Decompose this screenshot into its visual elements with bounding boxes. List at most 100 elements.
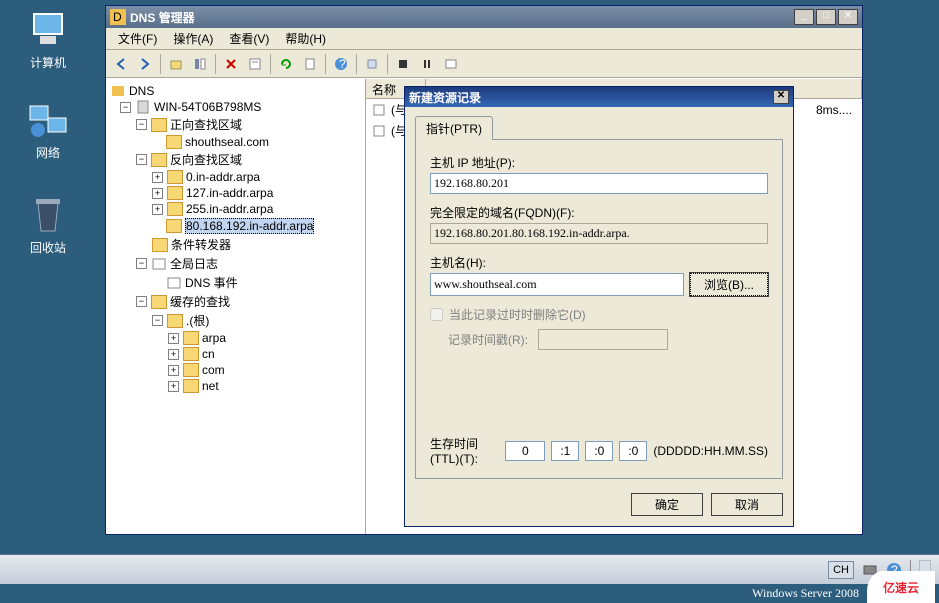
minimize-button[interactable]: _ [794, 9, 814, 25]
tree-rev-item[interactable]: +0.in-addr.arpa [108, 169, 363, 185]
cancel-button[interactable]: 取消 [711, 493, 783, 516]
tree-cache-item[interactable]: +cn [108, 346, 363, 362]
dialog-titlebar[interactable]: 新建资源记录 ✕ [405, 87, 793, 107]
toolbar: ? [106, 50, 862, 78]
tree-cache-item[interactable]: +net [108, 378, 363, 394]
tree-cache-item[interactable]: +com [108, 362, 363, 378]
hostname-input[interactable] [430, 273, 684, 296]
app-icon: D [110, 9, 126, 25]
collapse-icon[interactable]: − [152, 315, 163, 326]
event-icon [166, 276, 182, 290]
desktop-icon-network[interactable]: 网络 [18, 100, 78, 161]
desktop-icon-label: 回收站 [18, 239, 78, 256]
tree-panel[interactable]: DNS − WIN-54T06B798MS − 正向查找区域 shouthsea… [106, 79, 366, 534]
hostname-label: 主机名(H): [430, 254, 768, 271]
folder-icon [183, 331, 199, 345]
back-button[interactable] [110, 53, 132, 75]
tree-dns-events[interactable]: DNS 事件 [108, 273, 363, 292]
folder-icon [167, 202, 183, 216]
tab-content: 主机 IP 地址(P): 完全限定的域名(FQDN)(F): 主机名(H): 浏… [415, 139, 783, 479]
tree-server[interactable]: − WIN-54T06B798MS [108, 99, 363, 115]
collapse-icon[interactable]: − [136, 154, 147, 165]
expand-icon[interactable]: + [168, 333, 179, 344]
expand-icon[interactable]: + [168, 365, 179, 376]
folder-icon [166, 219, 182, 233]
delete-stale-label: 当此记录过时时删除它(D) [449, 306, 586, 323]
svg-text:?: ? [339, 57, 346, 71]
ttl-label: 生存时间(TTL)(T): [430, 435, 499, 466]
menu-help[interactable]: 帮助(H) [277, 28, 334, 49]
dns-icon [110, 84, 126, 98]
window-title: DNS 管理器 [130, 9, 794, 26]
refresh-button[interactable] [275, 53, 297, 75]
filter-button[interactable] [361, 53, 383, 75]
svg-text:D: D [113, 10, 122, 24]
fqdn-label: 完全限定的域名(FQDN)(F): [430, 204, 768, 221]
forward-button[interactable] [134, 53, 156, 75]
folder-icon [167, 186, 183, 200]
tree-rev-zone[interactable]: − 反向查找区域 [108, 150, 363, 169]
stop-button[interactable] [392, 53, 414, 75]
browse-button[interactable]: 浏览(B)... [690, 273, 768, 296]
delete-stale-checkbox [430, 308, 443, 321]
network-icon [28, 100, 68, 140]
ok-button[interactable]: 确定 [631, 493, 703, 516]
expand-icon[interactable]: + [168, 381, 179, 392]
dialog-close-button[interactable]: ✕ [773, 90, 789, 104]
host-ip-input[interactable] [430, 173, 768, 194]
collapse-icon[interactable]: − [136, 258, 147, 269]
desktop-icon-computer[interactable]: 计算机 [18, 10, 78, 71]
expand-icon[interactable]: + [152, 188, 163, 199]
properties-button[interactable] [244, 53, 266, 75]
menu-action[interactable]: 操作(A) [165, 28, 221, 49]
tree-rev-item[interactable]: +255.in-addr.arpa [108, 201, 363, 217]
up-button[interactable] [165, 53, 187, 75]
computer-icon [28, 10, 68, 50]
show-hide-button[interactable] [189, 53, 211, 75]
help-button[interactable]: ? [330, 53, 352, 75]
close-button[interactable]: ✕ [838, 9, 858, 25]
new-button[interactable] [440, 53, 462, 75]
tree-rev-item[interactable]: +127.in-addr.arpa [108, 185, 363, 201]
tab-ptr[interactable]: 指针(PTR) [415, 116, 493, 140]
ttl-days-input[interactable] [505, 441, 545, 461]
server-icon [135, 100, 151, 114]
folder-icon [151, 295, 167, 309]
menu-view[interactable]: 查看(V) [221, 28, 277, 49]
export-button[interactable] [299, 53, 321, 75]
menubar: 文件(F) 操作(A) 查看(V) 帮助(H) [106, 28, 862, 50]
ttl-mins-input[interactable] [585, 441, 613, 461]
folder-icon [166, 135, 182, 149]
desktop-icon-label: 计算机 [18, 54, 78, 71]
tree-cached-lookup[interactable]: −缓存的查找 [108, 292, 363, 311]
ttl-hours-input[interactable] [551, 441, 579, 461]
folder-icon [151, 153, 167, 167]
taskbar[interactable]: CH ? [0, 554, 939, 584]
expand-icon[interactable]: + [152, 172, 163, 183]
ime-indicator[interactable]: CH [828, 561, 854, 579]
maximize-button[interactable]: □ [816, 9, 836, 25]
folder-icon [183, 363, 199, 377]
tree-fwd-zone[interactable]: − 正向查找区域 [108, 115, 363, 134]
collapse-icon[interactable]: − [120, 102, 131, 113]
collapse-icon[interactable]: − [136, 296, 147, 307]
recycle-icon [28, 195, 68, 235]
tree-global-log[interactable]: −全局日志 [108, 254, 363, 273]
timestamp-input [538, 329, 668, 350]
expand-icon[interactable]: + [152, 204, 163, 215]
tree-cond-fwd[interactable]: 条件转发器 [108, 235, 363, 254]
tree-root-dns[interactable]: DNS [108, 83, 363, 99]
ttl-secs-input[interactable] [619, 441, 647, 461]
tree-fwd-domain[interactable]: shouthseal.com [108, 134, 363, 150]
delete-button[interactable] [220, 53, 242, 75]
folder-icon [183, 379, 199, 393]
desktop-icon-recycle[interactable]: 回收站 [18, 195, 78, 256]
menu-file[interactable]: 文件(F) [110, 28, 165, 49]
tree-cache-item[interactable]: +arpa [108, 330, 363, 346]
tree-rev-item-selected[interactable]: 80.168.192.in-addr.arpa [108, 217, 363, 235]
collapse-icon[interactable]: − [136, 119, 147, 130]
tree-root-hint[interactable]: −.(根) [108, 311, 363, 330]
titlebar[interactable]: D DNS 管理器 _ □ ✕ [106, 6, 862, 28]
expand-icon[interactable]: + [168, 349, 179, 360]
pause-button[interactable] [416, 53, 438, 75]
